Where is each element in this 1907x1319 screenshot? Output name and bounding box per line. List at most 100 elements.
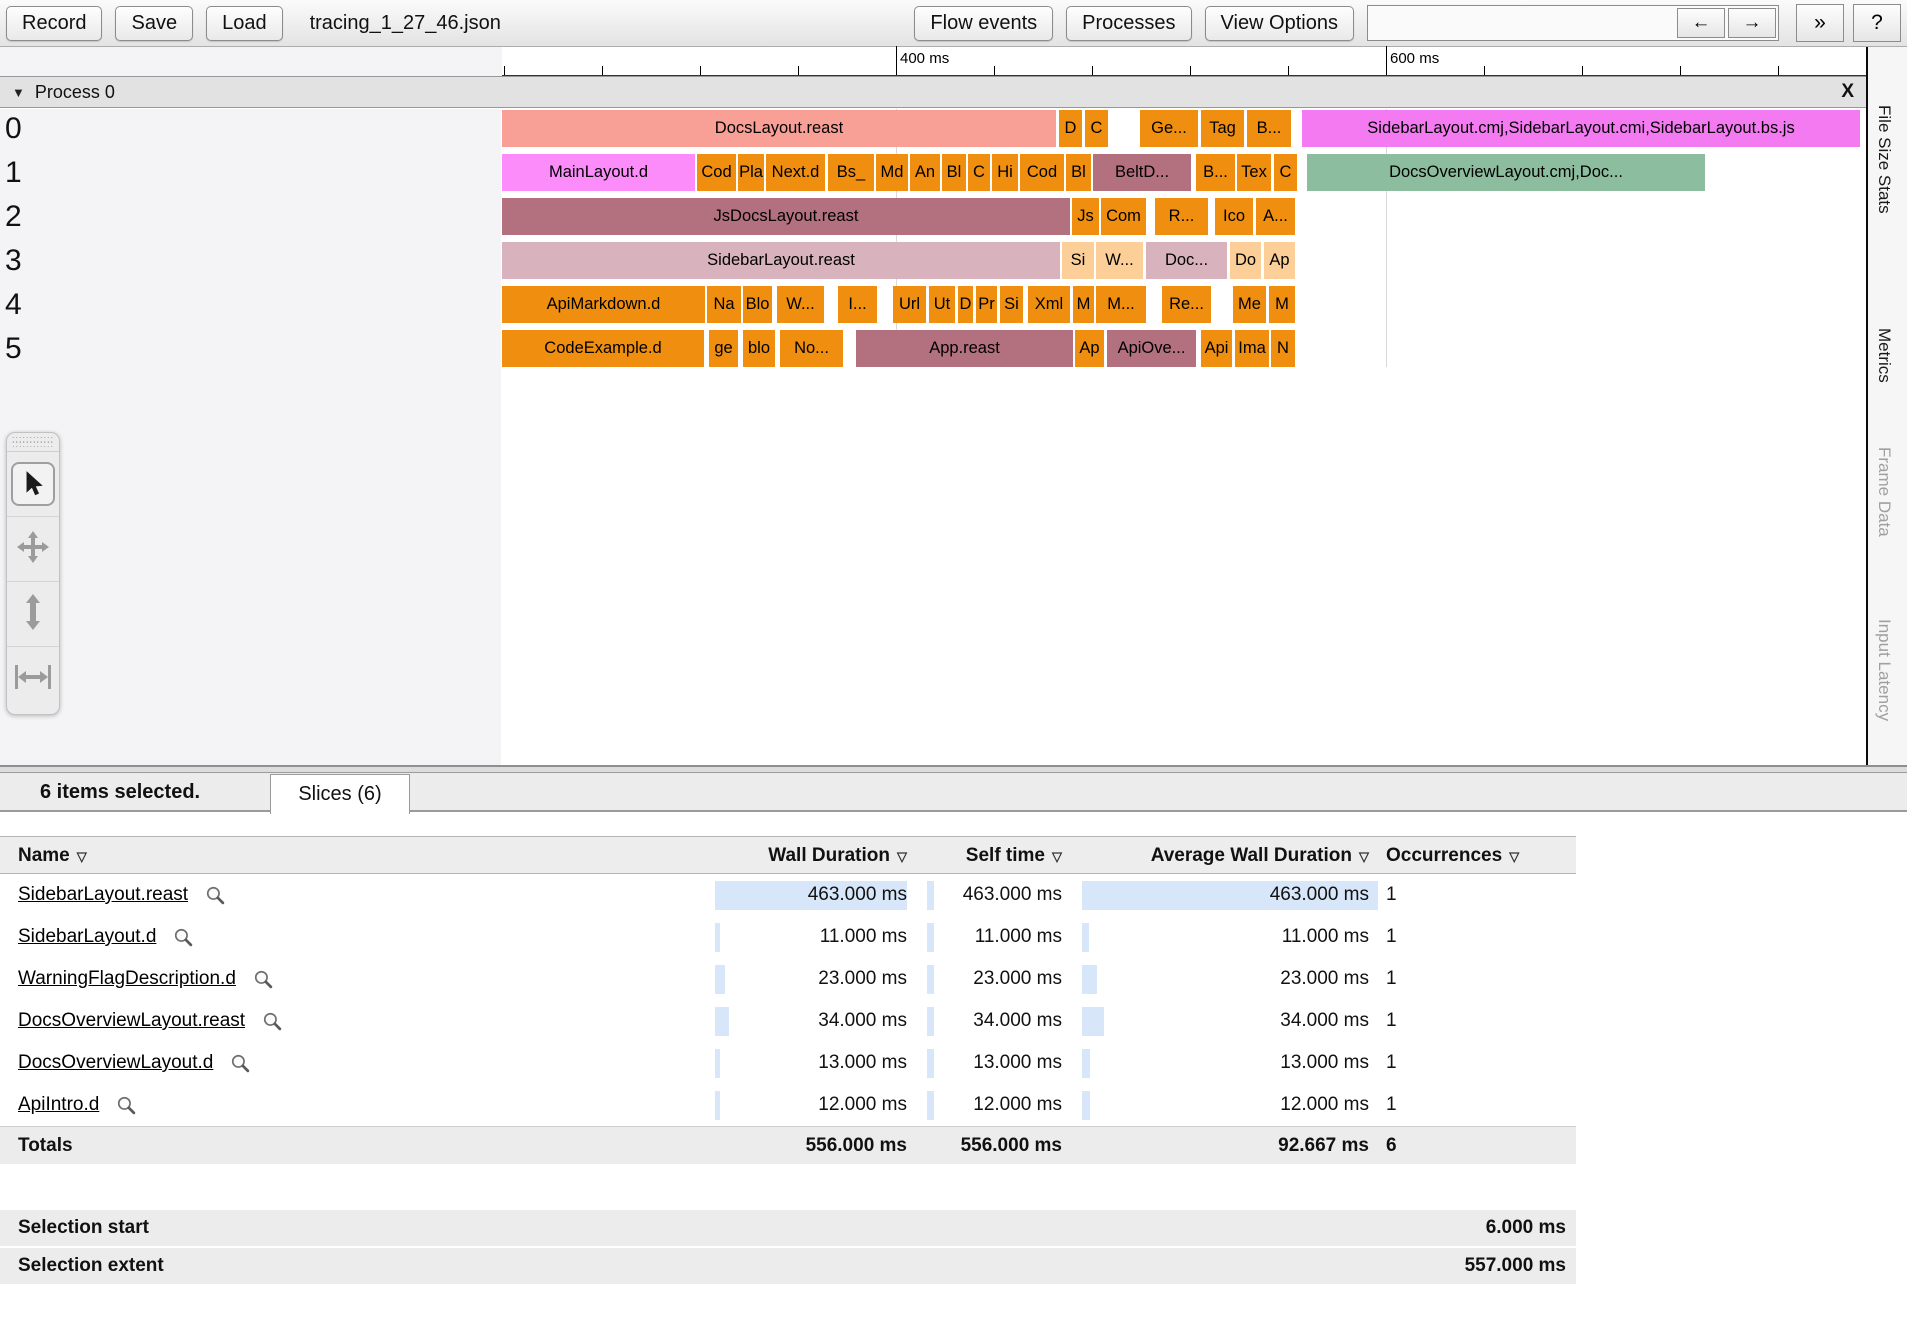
- trace-slice[interactable]: Blo: [743, 286, 772, 323]
- view-options-button[interactable]: View Options: [1205, 6, 1354, 41]
- trace-slice[interactable]: M...: [1096, 286, 1146, 323]
- column-header-wall-duration[interactable]: Wall Duration▽: [600, 837, 907, 873]
- trace-slice[interactable]: BeltD...: [1093, 154, 1191, 191]
- slice-name-link[interactable]: DocsOverviewLayout.d: [18, 1052, 213, 1074]
- search-input[interactable]: [1370, 9, 1674, 37]
- magnifier-icon[interactable]: [205, 885, 226, 906]
- trace-slice[interactable]: D: [958, 286, 973, 323]
- trace-slice[interactable]: App.reast: [856, 330, 1073, 367]
- trace-slice[interactable]: MainLayout.d: [502, 154, 695, 191]
- trace-slice[interactable]: A...: [1256, 198, 1295, 235]
- magnifier-icon[interactable]: [230, 1053, 251, 1074]
- close-process-button[interactable]: X: [1841, 81, 1854, 103]
- trace-slice[interactable]: Do: [1230, 242, 1261, 279]
- sort-arrow-icon[interactable]: ▽: [1359, 849, 1369, 864]
- selection-mode-button[interactable]: [7, 452, 59, 517]
- processes-button[interactable]: Processes: [1066, 6, 1191, 41]
- trace-slice[interactable]: Ap: [1075, 330, 1104, 367]
- trace-slice[interactable]: Pr: [976, 286, 997, 323]
- trace-slice[interactable]: Hi: [992, 154, 1018, 191]
- trace-slice[interactable]: D: [1059, 110, 1082, 147]
- slice-name-link[interactable]: SidebarLayout.d: [18, 926, 156, 948]
- trace-slice[interactable]: Ge...: [1140, 110, 1198, 147]
- collapse-controls-button[interactable]: »: [1796, 4, 1844, 42]
- process-header[interactable]: ▼ Process 0 X: [0, 76, 1866, 108]
- trace-slice[interactable]: B...: [1196, 154, 1235, 191]
- trace-slice[interactable]: Md: [876, 154, 908, 191]
- trace-slice[interactable]: W...: [1096, 242, 1143, 279]
- trace-slice[interactable]: Si: [1000, 286, 1023, 323]
- help-button[interactable]: ?: [1853, 4, 1901, 42]
- magnifier-icon[interactable]: [173, 927, 194, 948]
- trace-slice[interactable]: Me: [1233, 286, 1266, 323]
- side-tab-metrics[interactable]: Metrics: [1874, 328, 1894, 383]
- trace-slice[interactable]: Next.d: [766, 154, 825, 191]
- trace-slice[interactable]: Api: [1201, 330, 1232, 367]
- column-header-name[interactable]: Name▽: [18, 837, 87, 873]
- trace-slice[interactable]: Url: [893, 286, 926, 323]
- palette-drag-handle[interactable]: ::::::::::::::::::::::::: [7, 433, 59, 452]
- trace-slice[interactable]: Ap: [1264, 242, 1295, 279]
- collapse-arrow-icon[interactable]: ▼: [12, 85, 25, 100]
- zoom-mode-button[interactable]: [7, 582, 59, 647]
- slice-name-link[interactable]: WarningFlagDescription.d: [18, 968, 236, 990]
- side-tab-file-size-stats[interactable]: File Size Stats: [1874, 105, 1894, 214]
- trace-slice[interactable]: Tex: [1237, 154, 1271, 191]
- column-header-occurrences[interactable]: Occurrences▽: [1386, 837, 1519, 873]
- trace-slice[interactable]: Re...: [1162, 286, 1211, 323]
- column-header-average-wall-duration[interactable]: Average Wall Duration▽: [1075, 837, 1369, 873]
- trace-slice[interactable]: No...: [780, 330, 843, 367]
- sort-arrow-icon[interactable]: ▽: [897, 849, 907, 864]
- trace-slice[interactable]: Xml: [1028, 286, 1070, 323]
- trace-slice[interactable]: SidebarLayout.cmj,SidebarLayout.cmi,Side…: [1302, 110, 1860, 147]
- trace-slice[interactable]: CodeExample.d: [502, 330, 704, 367]
- column-header-self-time[interactable]: Self time▽: [915, 837, 1062, 873]
- pan-mode-button[interactable]: [7, 517, 59, 582]
- sort-arrow-icon[interactable]: ▽: [77, 849, 87, 864]
- trace-slice[interactable]: DocsOverviewLayout.cmj,Doc...: [1307, 154, 1705, 191]
- trace-slice[interactable]: Si: [1062, 242, 1094, 279]
- trace-slice[interactable]: I...: [838, 286, 877, 323]
- slice-name-link[interactable]: SidebarLayout.reast: [18, 884, 188, 906]
- trace-slice[interactable]: blo: [743, 330, 775, 367]
- flow-events-button[interactable]: Flow events: [914, 6, 1053, 41]
- trace-slice[interactable]: N: [1271, 330, 1295, 367]
- timeline-tracks[interactable]: 0DocsLayout.reastDCGe...TagB...SidebarLa…: [0, 109, 1866, 765]
- trace-slice[interactable]: Ima: [1235, 330, 1269, 367]
- slice-name-link[interactable]: DocsOverviewLayout.reast: [18, 1010, 245, 1032]
- magnifier-icon[interactable]: [262, 1011, 283, 1032]
- find-next-button[interactable]: →: [1728, 8, 1776, 38]
- trace-slice[interactable]: Bs_: [828, 154, 874, 191]
- trace-slice[interactable]: W...: [777, 286, 824, 323]
- trace-slice[interactable]: Pla: [738, 154, 764, 191]
- trace-slice[interactable]: B...: [1247, 110, 1291, 147]
- trace-slice[interactable]: ApiOve...: [1107, 330, 1196, 367]
- panel-splitter[interactable]: [0, 765, 1907, 773]
- trace-slice[interactable]: Na: [707, 286, 741, 323]
- slice-name-link[interactable]: ApiIntro.d: [18, 1094, 99, 1116]
- trace-slice[interactable]: JsDocsLayout.reast: [502, 198, 1070, 235]
- trace-slice[interactable]: Js: [1072, 198, 1099, 235]
- trace-slice[interactable]: R...: [1155, 198, 1208, 235]
- trace-slice[interactable]: Doc...: [1146, 242, 1227, 279]
- sort-arrow-icon[interactable]: ▽: [1509, 849, 1519, 864]
- trace-slice[interactable]: An: [910, 154, 940, 191]
- trace-slice[interactable]: Ico: [1215, 198, 1253, 235]
- trace-slice[interactable]: Cod: [1020, 154, 1064, 191]
- trace-slice[interactable]: SidebarLayout.reast: [502, 242, 1060, 279]
- trace-slice[interactable]: DocsLayout.reast: [502, 110, 1056, 147]
- trace-slice[interactable]: Tag: [1201, 110, 1244, 147]
- trace-slice[interactable]: M: [1073, 286, 1094, 323]
- trace-slice[interactable]: ApiMarkdown.d: [502, 286, 705, 323]
- trace-slice[interactable]: C: [968, 154, 990, 191]
- trace-slice[interactable]: C: [1274, 154, 1297, 191]
- magnifier-icon[interactable]: [253, 969, 274, 990]
- magnifier-icon[interactable]: [116, 1095, 137, 1116]
- tab-slices[interactable]: Slices (6): [270, 774, 410, 814]
- trace-slice[interactable]: Bl: [1066, 154, 1091, 191]
- timing-mode-button[interactable]: [7, 647, 59, 712]
- trace-slice[interactable]: Bl: [942, 154, 966, 191]
- record-button[interactable]: Record: [6, 6, 102, 41]
- save-button[interactable]: Save: [115, 6, 193, 41]
- load-button[interactable]: Load: [206, 6, 283, 41]
